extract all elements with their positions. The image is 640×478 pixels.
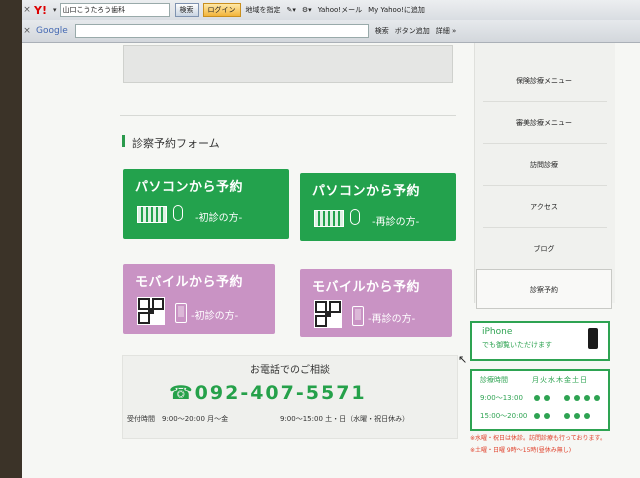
iphone-title: iPhone xyxy=(482,327,513,337)
toolbar-close-icon[interactable]: × xyxy=(22,5,32,15)
settings-icon[interactable]: ⚙▾ xyxy=(302,6,312,14)
card-subtitle: -初診の方- xyxy=(191,311,239,322)
open-dot xyxy=(564,413,570,419)
google-search-button[interactable]: 検索 xyxy=(375,26,389,36)
sidebar-item-reservation[interactable]: 診察予約 xyxy=(475,285,613,295)
card-title: パソコンから予約 xyxy=(312,184,421,199)
region-button[interactable]: 地域を指定 xyxy=(246,5,281,15)
card-title: モバイルから予約 xyxy=(312,280,421,295)
map-placeholder xyxy=(123,45,453,83)
google-logo[interactable]: Google xyxy=(36,26,68,36)
phone-icon xyxy=(352,306,364,326)
login-button[interactable]: ログイン xyxy=(202,3,241,17)
open-dot xyxy=(584,395,590,401)
open-dot xyxy=(534,395,540,401)
card-subtitle: -初診の方- xyxy=(195,213,243,224)
open-dot xyxy=(544,413,550,419)
toolbar-close-icon[interactable]: × xyxy=(22,26,32,36)
open-dot xyxy=(584,413,590,419)
notice-holiday: ※水曜・祝日は休診。訪問診療も行っております。 xyxy=(470,435,606,442)
weekday-header: 月火水木金土日 xyxy=(532,376,588,384)
mouse-cursor-icon: ↖ xyxy=(458,353,468,366)
add-button[interactable]: ボタン追加 xyxy=(395,26,430,36)
card-title: パソコンから予約 xyxy=(135,180,244,195)
web-page: 診察予約フォーム パソコンから予約 -初診の方- パソコンから予約 -再診の方-… xyxy=(22,43,640,478)
reception-hours-weekday: 受付時間 9:00～20:00 月～金 xyxy=(127,415,229,423)
mouse-icon xyxy=(173,205,183,221)
yahoo-toolbar: × Y! ▾ 山口こうたろう歯科 検索 ログイン 地域を指定 ✎▾ ⚙▾ Yah… xyxy=(22,0,640,21)
yahoo-search-button[interactable]: 検索 xyxy=(174,3,199,17)
divider xyxy=(120,115,456,116)
open-dot xyxy=(574,413,580,419)
card-title: モバイルから予約 xyxy=(135,275,244,290)
open-dot xyxy=(544,395,550,401)
divider xyxy=(483,143,607,144)
divider xyxy=(483,185,607,186)
mobile-first-visit-button[interactable]: モバイルから予約 -初診の方- xyxy=(123,264,275,334)
card-subtitle: -再診の方- xyxy=(368,314,416,325)
keyboard-icon xyxy=(314,210,344,227)
pc-first-visit-button[interactable]: パソコンから予約 -初診の方- xyxy=(123,169,289,239)
pc-return-visit-button[interactable]: パソコンから予約 -再診の方- xyxy=(300,173,456,241)
section-marker xyxy=(122,135,125,147)
sidebar-nav: 保険診療メニュー 審美診療メニュー 訪問診療 アクセス ブログ 診察予約 xyxy=(474,43,615,309)
hours-morning: 9:00～13:00 xyxy=(480,394,523,402)
mail-button[interactable]: Yahoo!メール xyxy=(318,5,362,15)
divider xyxy=(483,101,607,102)
yahoo-logo[interactable]: Y! xyxy=(34,4,47,17)
yahoo-search-input[interactable]: 山口こうたろう歯科 xyxy=(59,3,170,17)
details-button[interactable]: 詳細 » xyxy=(436,26,457,36)
sidebar-item-access[interactable]: アクセス xyxy=(475,202,613,212)
hours-afternoon: 15:00～20:00 xyxy=(480,412,528,420)
contact-title: お電話でのご相談 xyxy=(250,365,330,376)
phone-consultation-box: お電話でのご相談 ☎092-407-5571 受付時間 9:00～20:00 月… xyxy=(122,355,458,439)
sidebar-item-insurance[interactable]: 保険診療メニュー xyxy=(475,76,613,86)
phone-icon xyxy=(175,303,187,323)
iphone-subtitle: でも御覧いただけます xyxy=(482,341,552,349)
iphone-banner[interactable]: iPhone でも御覧いただけます xyxy=(470,321,610,361)
sidebar-item-aesthetic[interactable]: 審美診療メニュー xyxy=(475,118,613,128)
notice-weekend: ※土曜・日曜 9時～15時(昼休み無し) xyxy=(470,447,572,454)
open-dot xyxy=(534,413,540,419)
qr-code-icon xyxy=(314,300,342,328)
open-dot xyxy=(594,395,600,401)
screen: × Y! ▾ 山口こうたろう歯科 検索 ログイン 地域を指定 ✎▾ ⚙▾ Yah… xyxy=(22,0,640,478)
pencil-icon[interactable]: ✎▾ xyxy=(287,6,296,14)
google-search-input[interactable] xyxy=(74,24,369,38)
section-title: 診察予約フォーム xyxy=(132,137,220,150)
phone-number[interactable]: ☎092-407-5571 xyxy=(169,382,367,404)
myyahoo-button[interactable]: My Yahoo!に追加 xyxy=(368,5,425,15)
chevron-down-icon[interactable]: ▾ xyxy=(53,6,57,14)
mouse-icon xyxy=(350,209,360,225)
clinic-hours-box: 診療時間 月火水木金土日 9:00～13:00 15:00～20:00 xyxy=(470,369,610,431)
mobile-return-visit-button[interactable]: モバイルから予約 -再診の方- xyxy=(300,269,452,337)
google-toolbar: × Google 検索 ボタン追加 詳細 » xyxy=(22,20,640,43)
sidebar-item-blog[interactable]: ブログ xyxy=(475,244,613,254)
keyboard-icon xyxy=(137,206,167,223)
open-dot xyxy=(564,395,570,401)
reception-hours-weekend: 9:00～15:00 土・日（水曜・祝日休み） xyxy=(280,415,410,423)
smartphone-icon xyxy=(588,328,598,349)
card-subtitle: -再診の方- xyxy=(372,217,420,228)
open-dot xyxy=(574,395,580,401)
sidebar-item-home-visit[interactable]: 訪問診療 xyxy=(475,160,613,170)
divider xyxy=(483,227,607,228)
qr-code-icon xyxy=(137,297,165,325)
hours-title: 診療時間 xyxy=(480,376,508,384)
